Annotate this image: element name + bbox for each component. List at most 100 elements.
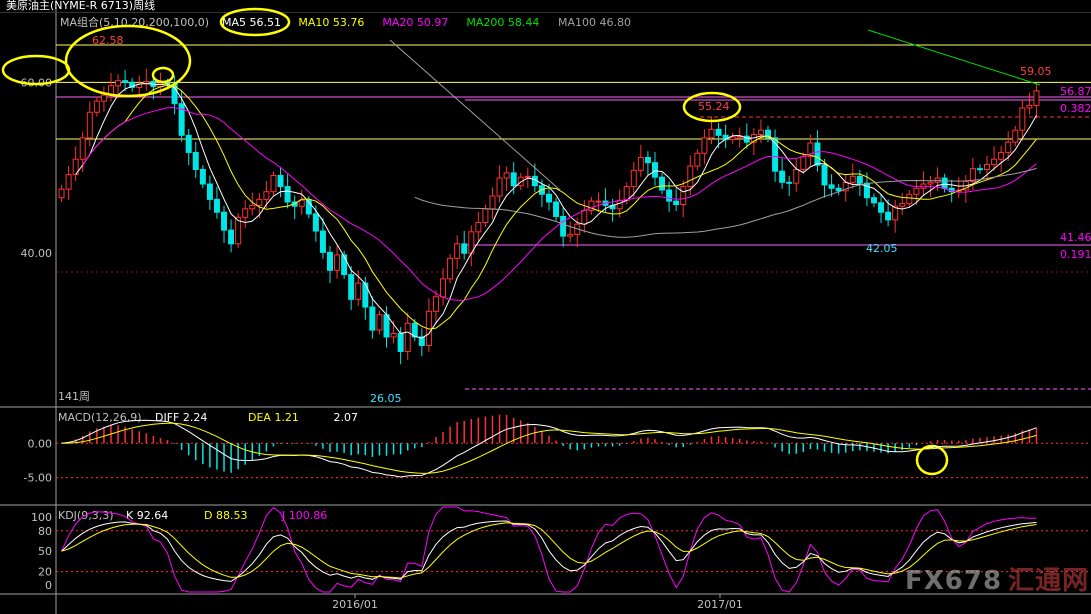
macd-y-tick: -5.00 <box>24 472 52 485</box>
candle-body <box>185 134 192 153</box>
candle-body <box>673 200 680 206</box>
candle-body <box>86 111 93 139</box>
kdj-y-tick: 50 <box>38 545 52 558</box>
candle-body <box>708 128 715 139</box>
candle-body <box>793 168 800 184</box>
candle-body <box>729 136 736 141</box>
candle-body <box>856 175 863 184</box>
macd-dea-line <box>61 422 1037 474</box>
candle-body <box>440 278 447 298</box>
candle-body <box>341 254 348 276</box>
candle-body <box>560 215 567 237</box>
candle-body <box>482 208 489 223</box>
candle-body <box>454 243 461 259</box>
candle-body <box>878 202 885 213</box>
candle-body <box>1005 141 1012 153</box>
candle-body <box>447 257 454 280</box>
kdj-value: K 92.64 <box>126 509 168 522</box>
candle-body <box>800 156 807 170</box>
macd-diff-line <box>61 419 1037 478</box>
ma-value-ma20: MA20 50.97 <box>382 16 448 29</box>
candle-body <box>553 201 560 217</box>
candle-body <box>828 184 835 189</box>
candle-body <box>1026 104 1033 109</box>
candle-body <box>206 183 213 200</box>
candle-body <box>623 186 630 201</box>
candle-body <box>122 80 129 83</box>
candle-body <box>383 314 390 338</box>
candle-body <box>489 195 496 210</box>
candle-body <box>503 172 510 179</box>
candle-body <box>885 211 892 221</box>
candle-body <box>644 157 651 164</box>
candle-body <box>969 168 976 182</box>
candle-body <box>899 203 906 207</box>
candle-body <box>659 176 666 191</box>
kdj-y-tick: 100 <box>31 511 52 524</box>
chart-canvas: 美原油主(NYME-R 6713)周线60.0040.00MA组合(5,10,2… <box>0 0 1091 614</box>
x-tick: 2016/01 <box>332 598 378 611</box>
candle-body <box>355 282 362 300</box>
candle-body <box>58 188 65 199</box>
candle-body <box>284 186 291 203</box>
ma-value-ma100: MA100 46.80 <box>558 16 631 29</box>
macd-y-tick: 0.00 <box>28 437 53 450</box>
candle-body <box>694 152 701 167</box>
candle-body <box>680 186 687 206</box>
candle-body <box>835 187 842 192</box>
x-tick: 2017/01 <box>697 598 743 611</box>
ma-value-ma10: MA10 53.76 <box>298 16 364 29</box>
high-label-left: 62.58 <box>92 34 124 47</box>
candle-body <box>595 200 602 203</box>
candle-body <box>870 197 877 204</box>
y-tick: 40.00 <box>21 247 53 260</box>
candle-body <box>270 174 277 193</box>
candle-body <box>786 181 793 184</box>
level-label: 0.191 <box>1060 248 1091 261</box>
highlight-circle <box>915 444 949 476</box>
candle-body <box>376 314 383 331</box>
highlight-circle <box>64 24 192 98</box>
macd-value: DIFF 2.24 <box>155 411 207 424</box>
highlight-circle <box>151 66 175 84</box>
level-label: 56.87 <box>1060 85 1091 98</box>
macd-value: 2.07 <box>334 411 359 424</box>
candle-body <box>581 210 588 225</box>
candle-body <box>192 151 199 170</box>
candle-body <box>475 221 482 233</box>
candle-body <box>404 322 411 352</box>
kdj-value: J 100.86 <box>281 509 327 522</box>
candle-body <box>701 137 708 154</box>
ma-value-ma200: MA200 58.44 <box>466 16 539 29</box>
candle-body <box>715 128 722 136</box>
last-high-label: 59.05 <box>1020 65 1052 78</box>
candle-body <box>249 204 256 210</box>
candle-body <box>461 243 468 254</box>
level-label: 0.382 <box>1060 102 1091 115</box>
kdj-y-tick: 80 <box>38 525 52 538</box>
candle-body <box>984 163 991 170</box>
candle-body <box>496 177 503 197</box>
candle-body <box>630 169 637 188</box>
kdj-k-line <box>61 520 1037 582</box>
high-label-mid: 55.24 <box>698 100 730 113</box>
candle-body <box>334 254 341 271</box>
candle-body <box>326 251 333 271</box>
candle-body <box>93 100 100 113</box>
candle-body <box>687 165 694 188</box>
ma-value-ma5: MA5 56.51 <box>222 16 281 29</box>
candle-body <box>228 229 235 245</box>
candle-body <box>256 198 263 206</box>
candle-body <box>779 170 786 183</box>
ma200-line <box>867 29 1041 86</box>
level-label: 41.46 <box>1060 231 1091 244</box>
candle-body <box>100 94 107 102</box>
candle-body <box>390 333 397 338</box>
low-label-mid: 42.05 <box>866 242 898 255</box>
candle-body <box>998 151 1005 160</box>
candle-body <box>814 142 821 166</box>
title-underline <box>0 12 1091 13</box>
period-label: 141周 <box>58 390 90 403</box>
candle-body <box>906 193 913 205</box>
candle-body <box>277 174 284 188</box>
